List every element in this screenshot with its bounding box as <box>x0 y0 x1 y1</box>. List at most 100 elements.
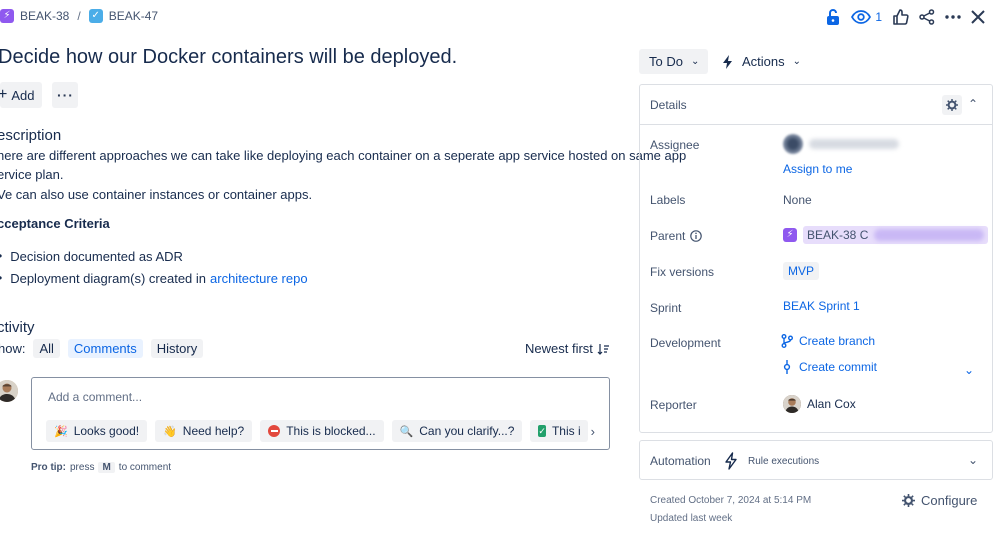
quick-reply-truncated[interactable]: ✓ This i <box>530 420 589 442</box>
lightning-icon <box>725 452 737 470</box>
reporter-value[interactable]: Alan Cox <box>783 395 856 413</box>
magnifier-icon: 🔍 <box>399 425 414 438</box>
description-line-3[interactable]: Ve can also use container instances or c… <box>0 187 312 202</box>
wave-icon: 👋 <box>163 425 177 438</box>
current-user-avatar <box>0 380 18 402</box>
acceptance-criteria-list: Decision documented as ADR Deployment di… <box>0 245 308 289</box>
tab-history[interactable]: History <box>150 339 204 358</box>
version-tag[interactable]: MVP <box>783 262 820 280</box>
plus-icon: + <box>0 86 8 103</box>
assign-to-me-link[interactable]: Assign to me <box>783 162 852 176</box>
actions-dropdown[interactable]: Actions ⌄ <box>722 49 801 74</box>
add-button-label: Add <box>11 87 35 103</box>
automation-panel[interactable]: Automation Rule executions ⌄ <box>639 440 993 480</box>
details-settings-button[interactable] <box>942 95 962 115</box>
vote-button[interactable] <box>892 5 909 29</box>
breadcrumb-current-key[interactable]: BEAK-47 <box>109 9 158 23</box>
assignee-value[interactable] <box>783 134 899 154</box>
avatar <box>783 134 803 154</box>
party-icon: 🎉 <box>54 425 68 438</box>
issue-actions-row: + Add ··· <box>0 82 79 108</box>
list-item: Deployment diagram(s) created inarchitec… <box>0 267 308 289</box>
activity-filter: how: All Comments History <box>0 339 204 358</box>
epic-icon: ⚡ <box>0 9 14 23</box>
labels-label: Labels <box>650 193 686 207</box>
breadcrumb-current[interactable]: ✓ BEAK-47 <box>88 9 158 23</box>
commit-icon <box>783 360 791 374</box>
automation-heading: Automation <box>650 454 711 468</box>
status-value: To Do <box>649 54 683 69</box>
chevron-right-icon[interactable]: › <box>591 424 595 439</box>
details-heading: Details <box>650 98 687 112</box>
breadcrumb-parent-key[interactable]: BEAK-38 <box>20 9 69 23</box>
sort-order-label: Newest first <box>525 341 593 356</box>
chevron-down-icon[interactable]: ⌄ <box>964 363 974 377</box>
branch-icon <box>781 334 793 348</box>
updated-timestamp: Updated last week <box>650 513 733 524</box>
more-actions-button[interactable] <box>945 5 961 29</box>
chevron-down-icon: ⌄ <box>690 56 700 67</box>
assignee-label: Assignee <box>650 138 700 152</box>
epic-icon: ⚡ <box>783 228 797 242</box>
show-label: how: <box>0 341 26 356</box>
status-dropdown[interactable]: To Do ⌄ <box>639 49 708 74</box>
architecture-repo-link[interactable]: architecture repo <box>210 271 308 286</box>
quick-reply-looks-good[interactable]: 🎉 Looks good! <box>46 420 148 442</box>
chevron-up-icon[interactable]: ⌃ <box>968 97 978 111</box>
development-label: Development <box>650 336 721 350</box>
ellipsis-icon <box>945 15 961 19</box>
avatar <box>783 395 801 413</box>
rule-executions-label[interactable]: Rule executions <box>748 456 819 467</box>
breadcrumb-parent[interactable]: ⚡ BEAK-38 <box>0 9 69 23</box>
issue-title[interactable]: Decide how our Docker containers will be… <box>0 46 457 69</box>
quick-reply-blocked[interactable]: This is blocked... <box>260 420 384 442</box>
restrict-button[interactable] <box>825 5 841 29</box>
labels-value[interactable]: None <box>783 193 812 207</box>
no-entry-icon <box>268 425 281 437</box>
quick-reply-list: 🎉 Looks good! 👋 Need help? This is block… <box>46 420 589 442</box>
activity-heading: ctivity <box>0 319 35 336</box>
parent-value[interactable]: ⚡ BEAK-38 C <box>783 226 989 244</box>
gear-icon <box>946 99 958 111</box>
parent-label: Parent <box>650 229 703 243</box>
issue-toolbar: 1 <box>825 5 985 29</box>
parent-summary-redacted <box>874 229 985 241</box>
info-icon[interactable] <box>690 230 703 242</box>
keyboard-shortcut: M <box>98 462 115 473</box>
sort-order-button[interactable]: Newest first <box>525 341 609 356</box>
description-line-1[interactable]: here are different approaches we can tak… <box>0 148 686 163</box>
actions-label: Actions <box>742 54 785 69</box>
configure-button[interactable]: Configure <box>902 493 977 508</box>
more-button[interactable]: ··· <box>52 82 79 108</box>
breadcrumb: ⚡ BEAK-38 / ✓ BEAK-47 <box>0 9 158 23</box>
parent-tag[interactable]: BEAK-38 C <box>803 226 989 244</box>
lock-icon <box>827 9 840 25</box>
share-button[interactable] <box>919 5 935 29</box>
tab-comments[interactable]: Comments <box>67 339 143 358</box>
watch-button[interactable]: 1 <box>851 5 882 29</box>
fix-versions-value[interactable]: MVP <box>783 262 820 280</box>
assignee-name-redacted <box>809 139 899 149</box>
tab-all[interactable]: All <box>33 339 60 358</box>
sprint-label: Sprint <box>650 301 682 315</box>
create-commit-button[interactable]: Create commit <box>781 360 877 374</box>
acceptance-criteria-heading: cceptance Criteria <box>0 216 110 231</box>
close-button[interactable] <box>971 5 985 29</box>
created-timestamp: Created October 7, 2024 at 5:14 PM <box>650 495 812 506</box>
chevron-down-icon[interactable]: ⌄ <box>968 453 978 467</box>
quick-reply-need-help[interactable]: 👋 Need help? <box>155 420 253 442</box>
create-branch-button[interactable]: Create branch <box>781 334 875 348</box>
breadcrumb-separator: / <box>77 9 81 23</box>
eye-icon <box>851 10 872 24</box>
watch-count: 1 <box>875 10 882 24</box>
quick-reply-clarify[interactable]: 🔍 Can you clarify...? <box>391 420 523 442</box>
add-button[interactable]: + Add <box>0 82 43 108</box>
sprint-value[interactable]: BEAK Sprint 1 <box>783 299 860 313</box>
lightning-icon <box>723 54 732 69</box>
comment-editor[interactable]: Add a comment... 🎉 Looks good! 👋 Need he… <box>31 377 610 450</box>
comment-placeholder[interactable]: Add a comment... <box>48 390 142 404</box>
description-line-2[interactable]: ervice plan. <box>0 167 63 182</box>
gear-icon <box>902 494 915 507</box>
fix-versions-label: Fix versions <box>650 265 715 279</box>
details-header[interactable]: Details ⌃ <box>640 85 992 125</box>
